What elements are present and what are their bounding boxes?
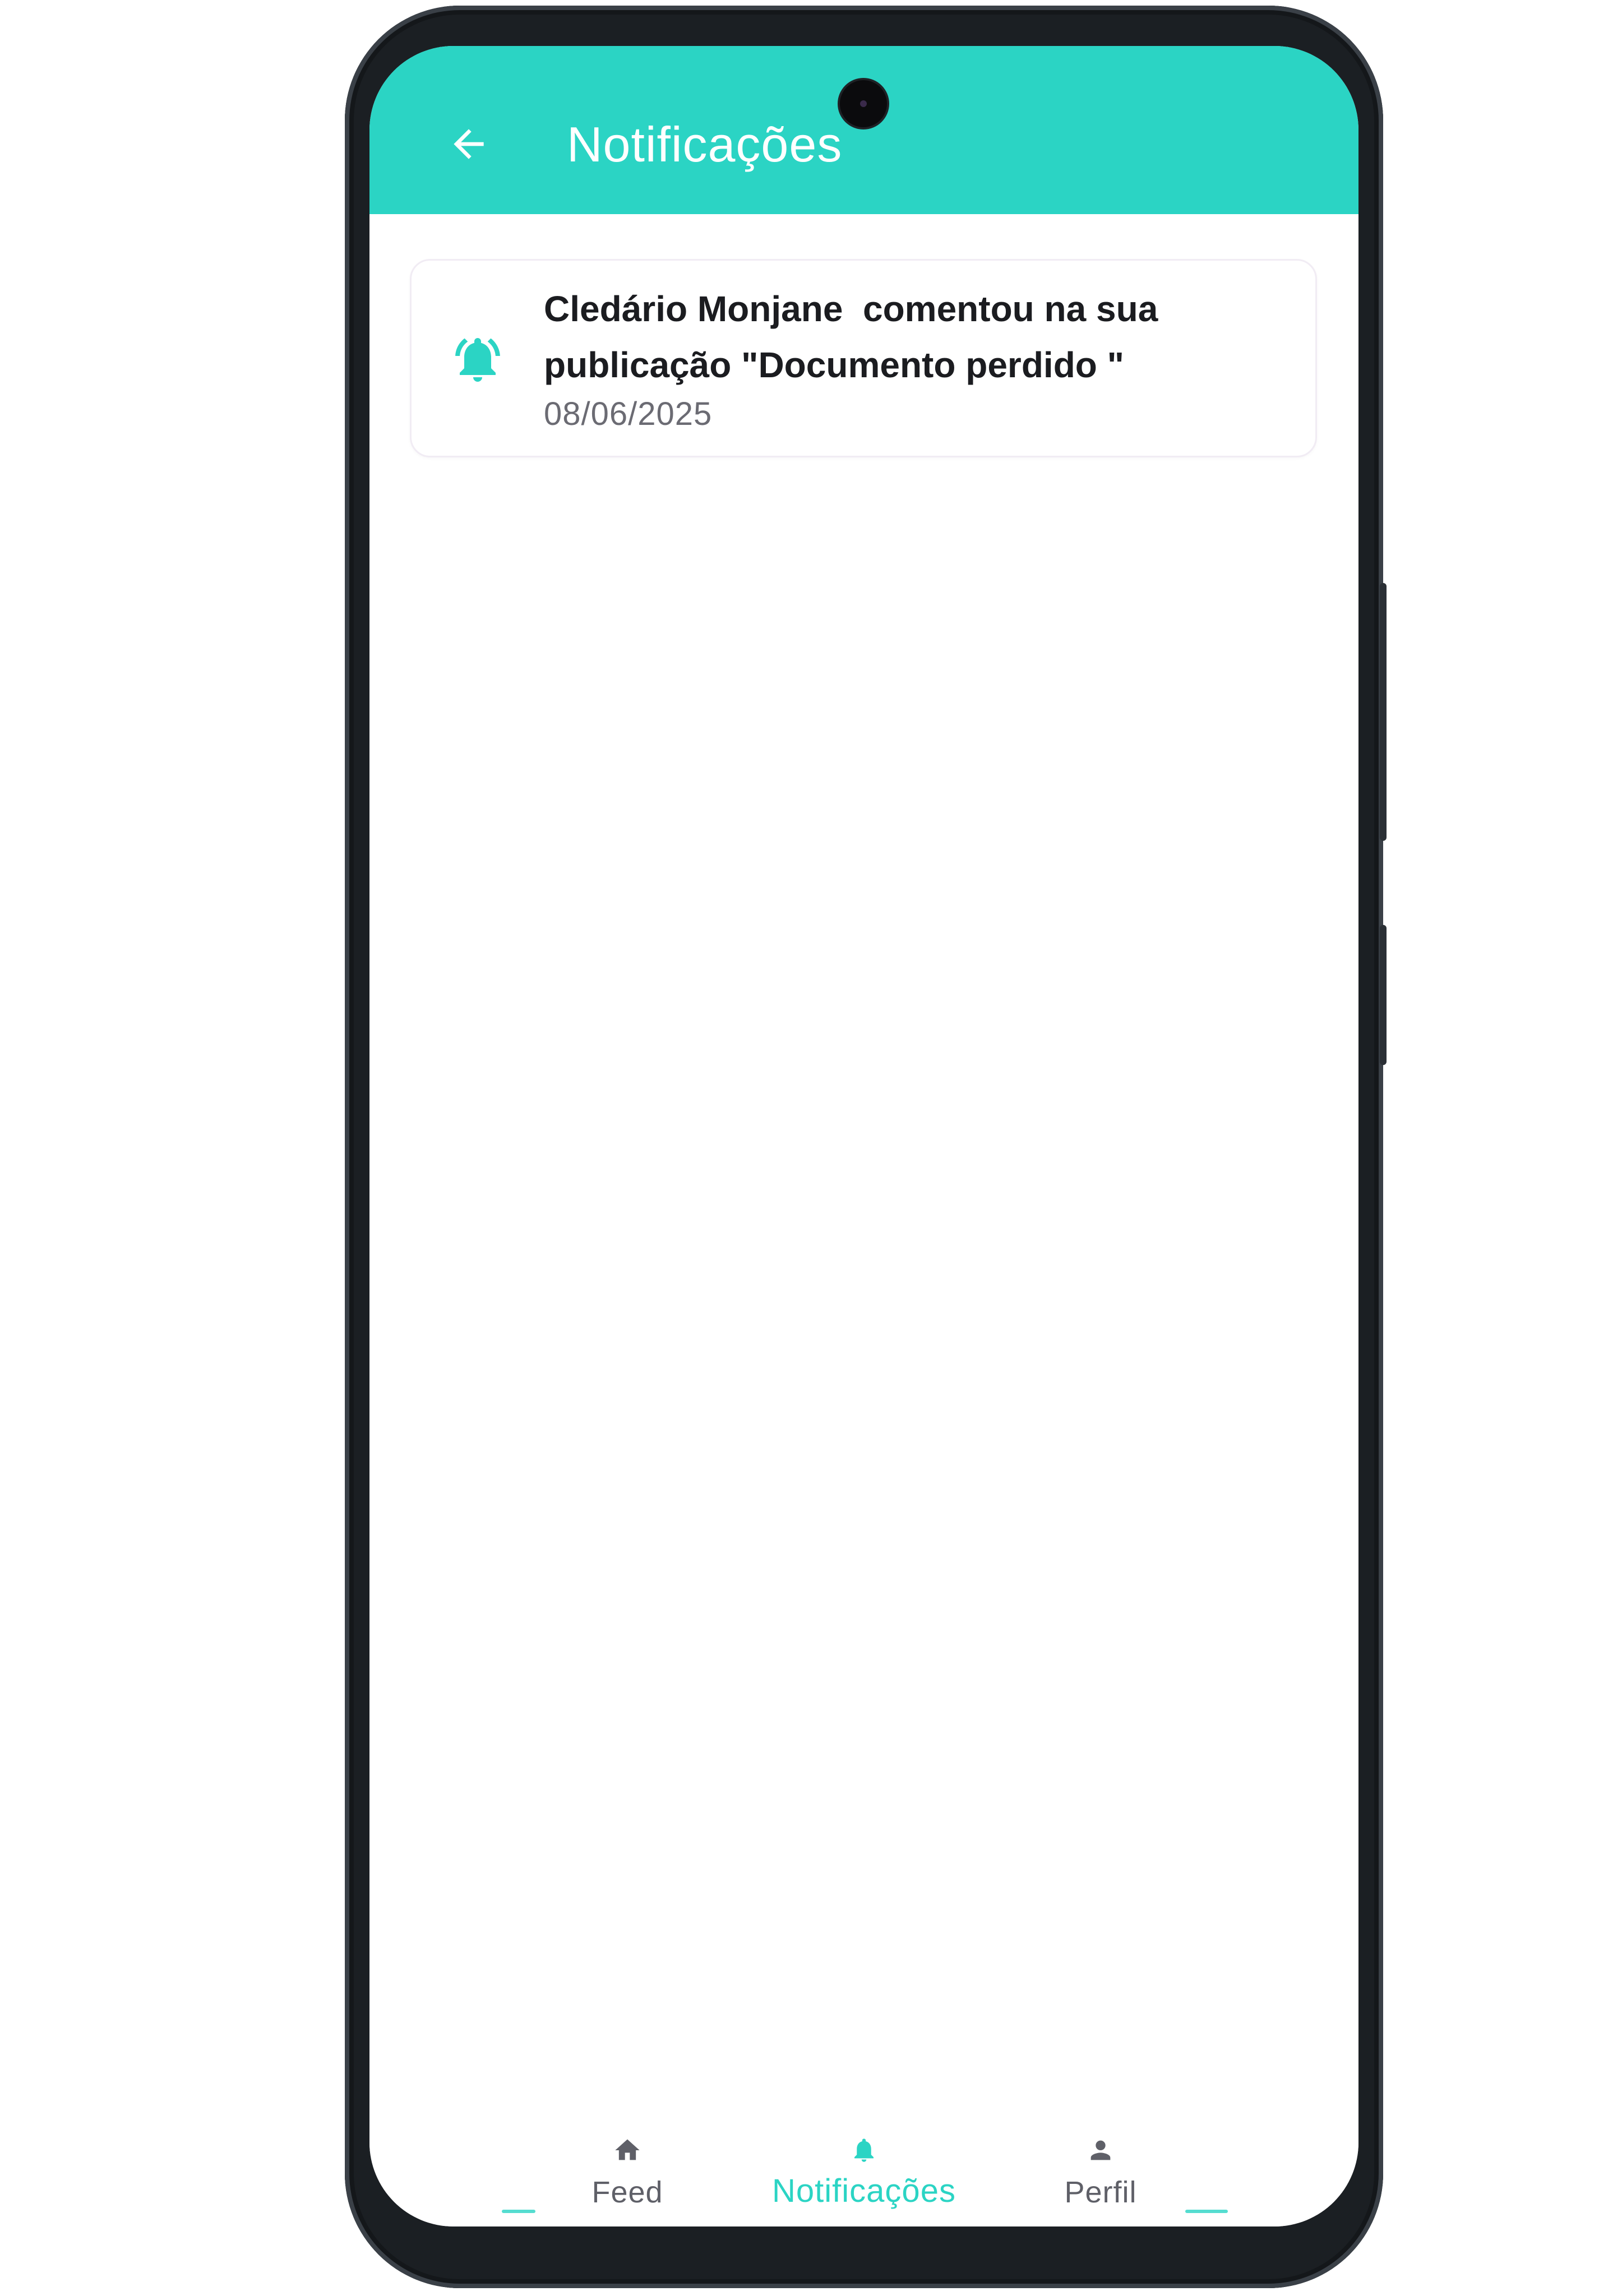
nav-indicator-perfil (1185, 2210, 1228, 2213)
arrow-left-icon (454, 129, 484, 159)
nav-indicator-feed (502, 2210, 535, 2213)
notification-message: Cledário Monjane comentou na sua publica… (544, 289, 1168, 385)
nav-label-feed: Feed (592, 2175, 663, 2209)
bell-icon (854, 2138, 874, 2162)
nav-item-perfil[interactable]: Perfil (983, 2092, 1218, 2210)
app-bar-surface: Notificações (382, 46, 1343, 214)
front-camera (840, 80, 887, 127)
nav-label-perfil: Perfil (1064, 2175, 1137, 2209)
nav-label-notificacoes: Notificações (772, 2173, 956, 2209)
power-button (1380, 925, 1387, 1065)
nav-item-notificacoes[interactable]: Notificações (746, 2092, 982, 2210)
app-bar: Notificações (369, 46, 1358, 214)
screen: Notificações Cledário Monjane comentou n… (369, 46, 1358, 2226)
volume-button (1380, 583, 1387, 841)
home-icon (615, 2139, 640, 2160)
back-button[interactable] (438, 113, 500, 175)
notification-date: 08/06/2025 (544, 396, 713, 432)
notification-card[interactable]: Cledário Monjane comentou na sua publica… (410, 259, 1317, 457)
person-icon (1090, 2140, 1111, 2160)
page-title: Notificações (567, 117, 843, 172)
bottom-navigation: Feed Notificações Perfil (369, 2092, 1358, 2226)
phone-frame: Notificações Cledário Monjane comentou n… (345, 6, 1387, 2288)
canvas: Notificações Cledário Monjane comentou n… (0, 0, 1622, 2296)
nav-item-feed[interactable]: Feed (510, 2092, 745, 2210)
bell-ringing-icon (455, 338, 500, 382)
